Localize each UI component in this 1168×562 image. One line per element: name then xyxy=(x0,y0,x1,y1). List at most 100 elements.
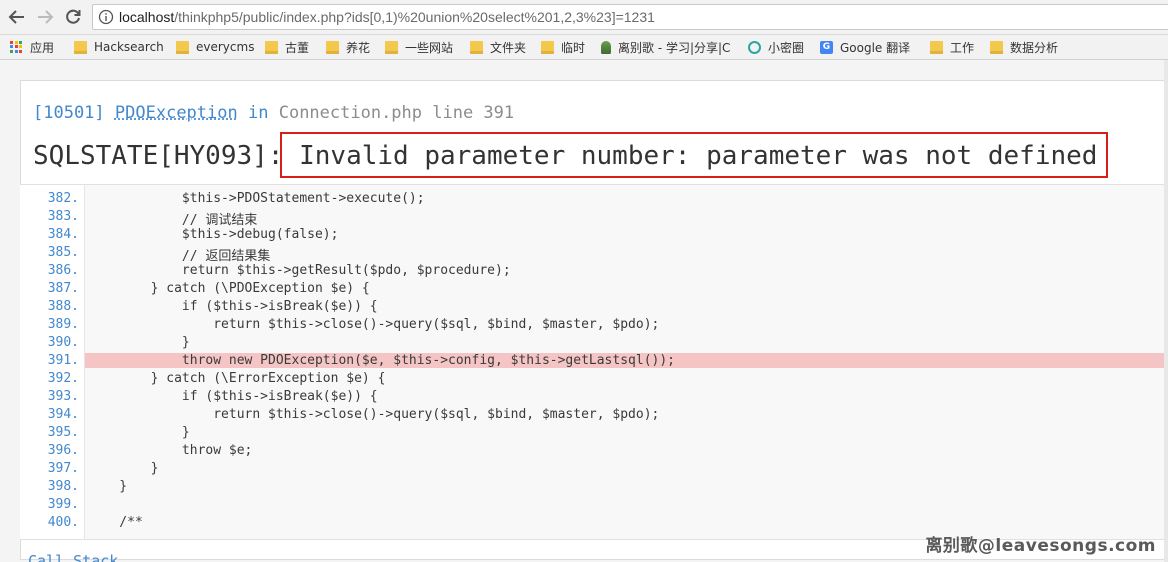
folder-icon xyxy=(930,40,943,54)
code-text: $this->debug(false); xyxy=(88,227,339,242)
code-text: throw $e; xyxy=(88,443,253,458)
back-button[interactable] xyxy=(6,6,28,28)
line-number: 394. xyxy=(47,407,79,422)
page-icon xyxy=(601,40,611,54)
code-line: 392. } catch (\ErrorException $e) { xyxy=(20,371,1168,389)
bookmark-everycms[interactable]: everycms xyxy=(176,39,254,55)
code-text: $this->PDOStatement->execute(); xyxy=(88,191,425,206)
code-line: 388. if ($this->isBreak($e)) { xyxy=(20,299,1168,317)
line-number: 393. xyxy=(47,389,79,404)
code-line: 393. if ($this->isBreak($e)) { xyxy=(20,389,1168,407)
translate-icon: G xyxy=(820,40,833,54)
code-text: /** xyxy=(88,515,143,530)
line-number: 382. xyxy=(47,191,79,206)
scrollbar[interactable] xyxy=(1164,60,1168,562)
bookmark-label: 小密圈 xyxy=(768,40,805,55)
folder-icon xyxy=(990,40,1003,54)
line-number: 392. xyxy=(47,371,79,386)
watermark: 离别歌@leavesongs.com xyxy=(925,536,1156,556)
code-text: } xyxy=(88,461,159,476)
line-number: 386. xyxy=(47,263,79,278)
bookmark-label: 应用 xyxy=(30,40,55,55)
code-text: return $this->getResult($pdo, $procedure… xyxy=(88,263,511,278)
code-text: // 返回结果集 xyxy=(88,249,271,264)
forward-arrow-icon xyxy=(38,10,54,24)
code-line: 382. $this->PDOStatement->execute(); xyxy=(20,191,1168,209)
code-text: } xyxy=(88,479,128,494)
code-line: 399. xyxy=(20,497,1168,515)
folder-icon xyxy=(74,40,87,54)
folder-icon xyxy=(470,40,483,54)
bookmark-data-analysis[interactable]: 数据分析 xyxy=(990,39,1058,55)
bookmark-xiaomiquan[interactable]: 小密圈 xyxy=(748,39,804,55)
code-line: 397. } xyxy=(20,461,1168,479)
code-line: 394. return $this->close()->query($sql, … xyxy=(20,407,1168,425)
line-number: 383. xyxy=(47,209,79,224)
bookmark-label: 临时 xyxy=(561,40,586,55)
bookmark-label: 工作 xyxy=(950,40,975,55)
bookmark-work[interactable]: 工作 xyxy=(930,39,974,55)
line-number: 397. xyxy=(47,461,79,476)
bookmark-label: 一些网站 xyxy=(405,40,454,55)
code-line: 383. // 调试结束 xyxy=(20,209,1168,228)
url-text[interactable]: localhost/thinkphp5/public/index.php?ids… xyxy=(119,9,655,25)
bookmark-apps[interactable]: 应用 xyxy=(10,39,54,55)
code-text: } catch (\PDOException $e) { xyxy=(88,281,370,296)
exception-file-location: Connection.php line 391 xyxy=(278,103,515,123)
folder-icon xyxy=(541,40,554,54)
folder-icon xyxy=(326,40,339,54)
bookmark-label: Hacksearch xyxy=(94,40,164,54)
bookmark-sites[interactable]: 一些网站 xyxy=(385,39,453,55)
line-number: 390. xyxy=(47,335,79,350)
code-line: 396. throw $e; xyxy=(20,443,1168,461)
reload-button[interactable] xyxy=(62,6,84,28)
code-text: return $this->close()->query($sql, $bind… xyxy=(88,317,660,332)
code-text: } xyxy=(88,425,190,440)
code-line: 389. return $this->close()->query($sql, … xyxy=(20,317,1168,335)
url-path: /thinkphp5/public/index.php?ids[0,1)%20u… xyxy=(174,9,655,25)
source-code-lines: 382. $this->PDOStatement->execute(); 383.… xyxy=(20,191,1168,533)
address-bar[interactable]: localhost/thinkphp5/public/index.php?ids… xyxy=(92,4,1168,30)
annotation-red-box xyxy=(280,132,1108,178)
code-text: if ($this->isBreak($e)) { xyxy=(88,299,378,314)
bookmark-label: 养花 xyxy=(346,40,371,55)
back-arrow-icon xyxy=(8,10,24,24)
bookmark-antiques[interactable]: 古董 xyxy=(265,39,309,55)
line-number: 384. xyxy=(47,227,79,242)
bookmark-folder[interactable]: 文件夹 xyxy=(470,39,526,55)
code-text: } catch (\ErrorException $e) { xyxy=(88,371,386,386)
code-line: 387. } catch (\PDOException $e) { xyxy=(20,281,1168,299)
bookmark-leavesongs[interactable]: 离别歌 - 学习|分享|C xyxy=(601,39,730,55)
exception-class-link[interactable]: PDOException xyxy=(115,103,238,123)
bookmark-google-translate[interactable]: G Google 翻译 xyxy=(820,39,910,55)
bookmark-flowers[interactable]: 养花 xyxy=(326,39,370,55)
folder-icon xyxy=(176,40,189,54)
code-line: 385. // 返回结果集 xyxy=(20,245,1168,264)
error-code: [10501] xyxy=(33,103,105,123)
forward-button[interactable] xyxy=(34,6,56,28)
browser-toolbar: localhost/thinkphp5/public/index.php?ids… xyxy=(0,0,1168,35)
call-stack-heading: Call Stack xyxy=(28,552,119,562)
code-line: 384. $this->debug(false); xyxy=(20,227,1168,245)
bookmarks-bar: 应用 Hacksearch everycms 古董 养花 一些网站 文件夹 临时… xyxy=(0,35,1168,60)
bookmark-label: 文件夹 xyxy=(490,40,527,55)
bookmark-label: everycms xyxy=(196,40,255,54)
line-number: 387. xyxy=(47,281,79,296)
bookmark-hacksearch[interactable]: Hacksearch xyxy=(74,39,164,55)
line-number: 388. xyxy=(47,299,79,314)
code-line: 395. } xyxy=(20,425,1168,443)
exception-header: [10501] PDOException in Connection.php l… xyxy=(33,103,514,123)
url-host: localhost xyxy=(119,9,175,25)
circle-icon xyxy=(748,40,761,54)
info-icon[interactable] xyxy=(98,9,114,25)
line-number: 399. xyxy=(47,497,79,512)
apps-icon xyxy=(10,40,23,54)
line-number: 400. xyxy=(47,515,79,530)
code-text: } xyxy=(88,335,190,350)
bookmark-label: Google 翻译 xyxy=(840,40,911,55)
line-number: 396. xyxy=(47,443,79,458)
bookmark-temp[interactable]: 临时 xyxy=(541,39,585,55)
line-number: 398. xyxy=(47,479,79,494)
reload-icon xyxy=(66,9,81,24)
bookmark-label: 离别歌 - 学习|分享|C xyxy=(618,40,731,55)
